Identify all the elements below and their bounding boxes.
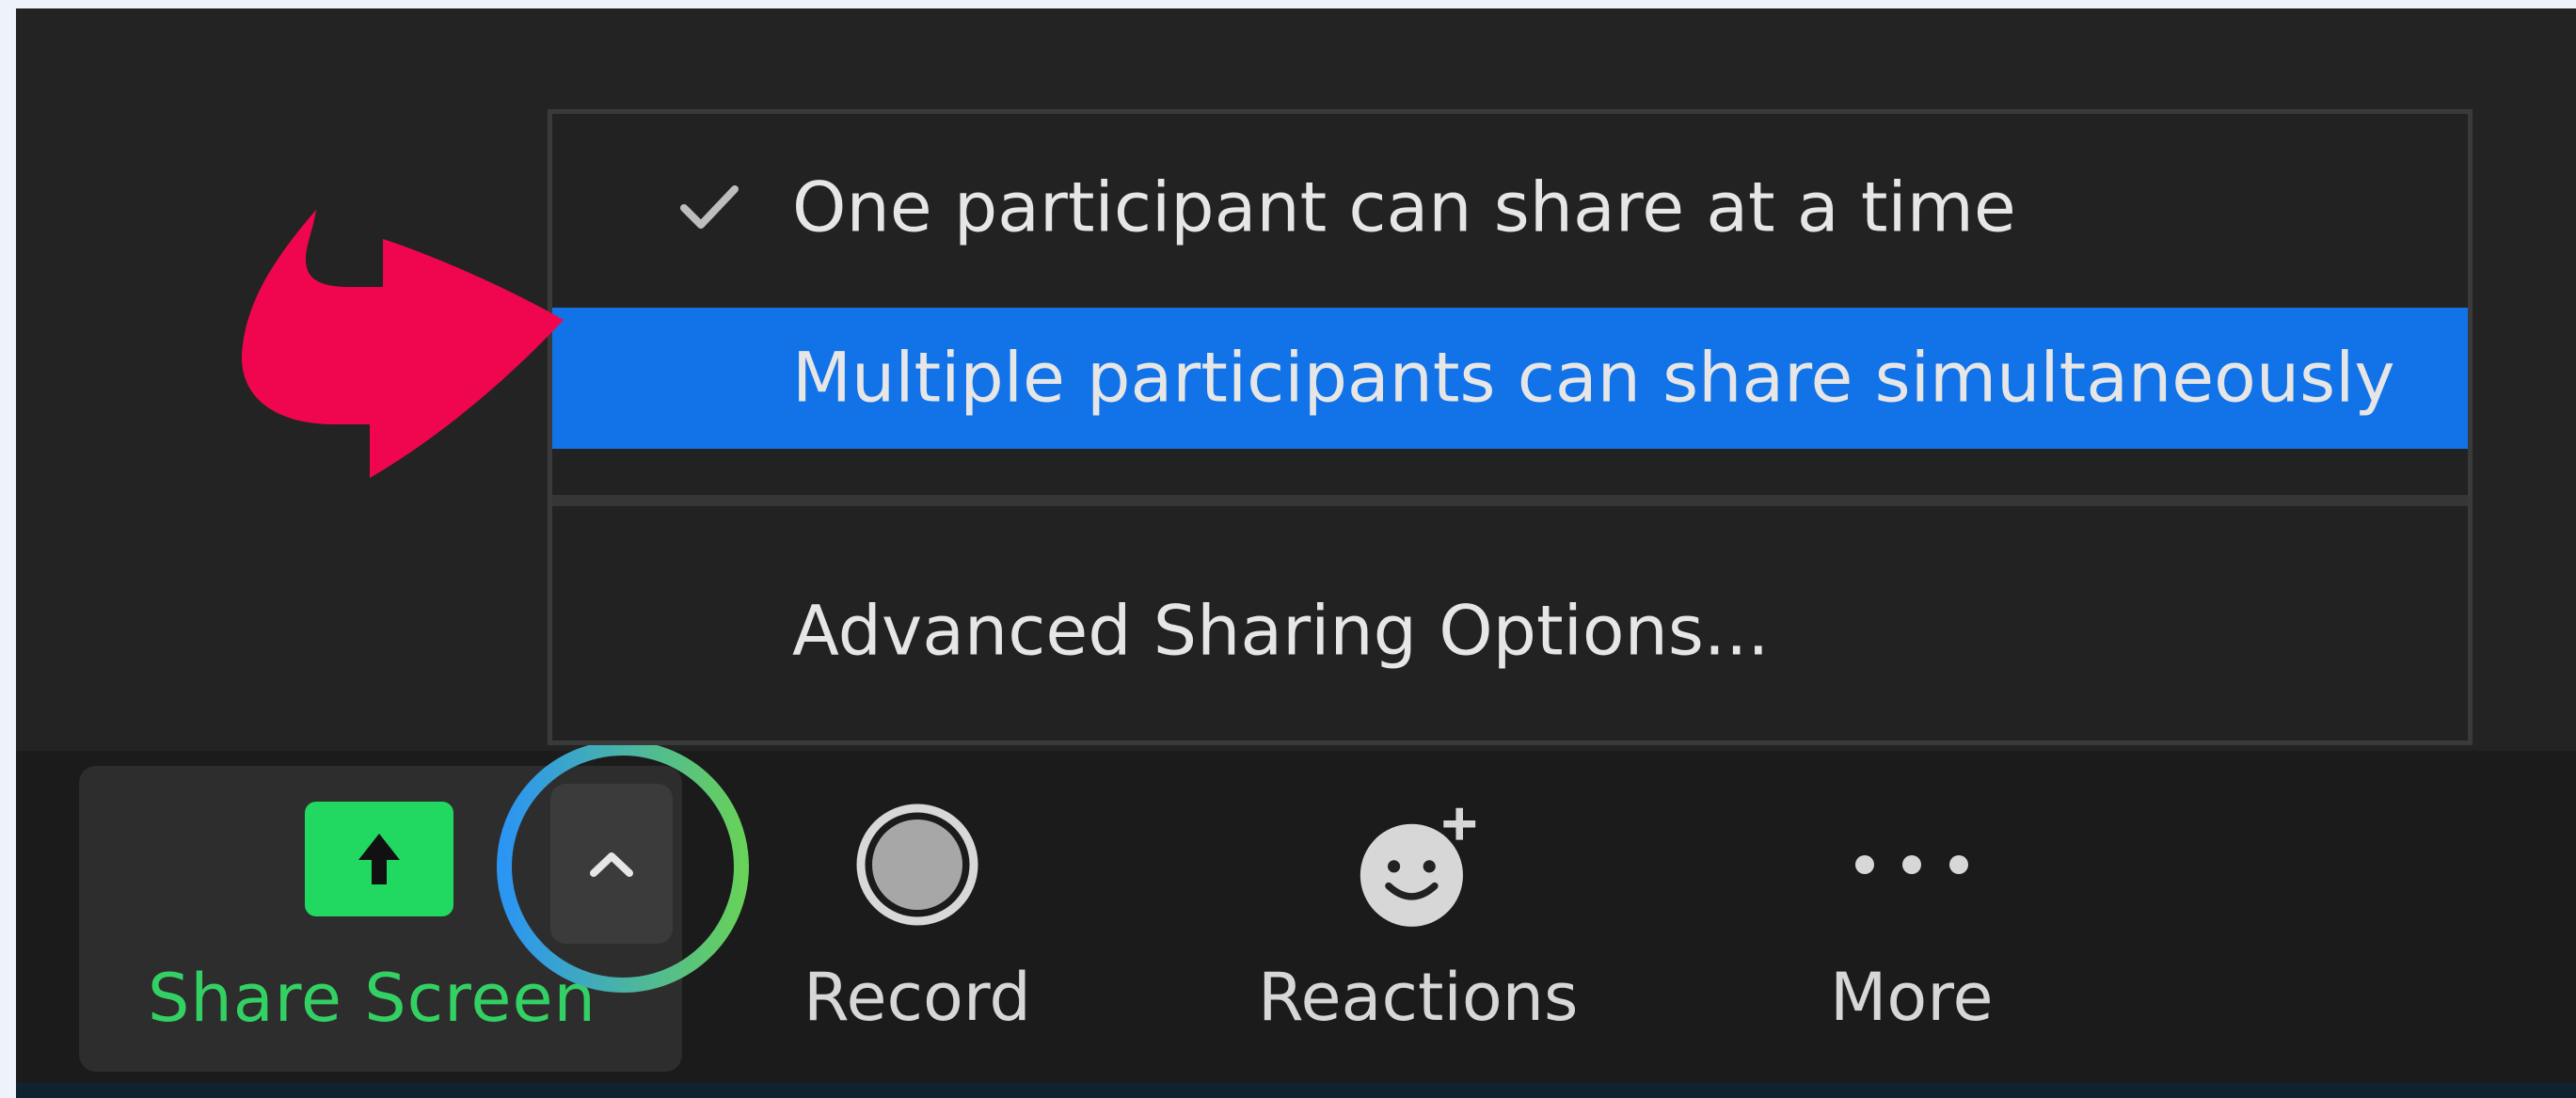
ellipsis-icon: [1837, 789, 1987, 940]
menu-item-one-participant[interactable]: One participant can share at a time: [552, 151, 2468, 264]
share-arrow-up-icon: [358, 834, 400, 884]
menu-divider: [552, 495, 2468, 506]
menu-item-label: Advanced Sharing Options...: [792, 591, 1770, 672]
share-options-caret-button[interactable]: [550, 784, 673, 944]
record-label: Record: [803, 959, 1031, 1036]
menu-item-multiple-participants[interactable]: Multiple participants can share simultan…: [552, 308, 2468, 449]
reactions-button[interactable]: Reactions: [1258, 789, 1579, 1036]
menu-item-label: One participant can share at a time: [792, 167, 2016, 248]
bottom-strip: [16, 1083, 2576, 1098]
share-screen-label[interactable]: Share Screen: [148, 960, 596, 1037]
more-label: More: [1830, 959, 1994, 1036]
menu-item-label: Multiple participants can share simultan…: [792, 338, 2395, 419]
chevron-up-icon: [590, 852, 633, 877]
checkmark-icon: [680, 185, 739, 229]
share-screen-button[interactable]: [305, 802, 453, 916]
menu-item-advanced-sharing-options[interactable]: Advanced Sharing Options...: [552, 569, 2468, 693]
screen-area: Share Screen Record Reactions More One p…: [16, 8, 2576, 1098]
pink-arrow-annotation: [241, 210, 564, 478]
share-options-menu: One participant can share at a time Mult…: [548, 109, 2473, 745]
record-icon: [842, 789, 993, 940]
record-button[interactable]: Record: [803, 789, 1031, 1036]
more-button[interactable]: More: [1830, 789, 1994, 1036]
reactions-icon: [1343, 789, 1493, 940]
reactions-label: Reactions: [1258, 959, 1579, 1036]
